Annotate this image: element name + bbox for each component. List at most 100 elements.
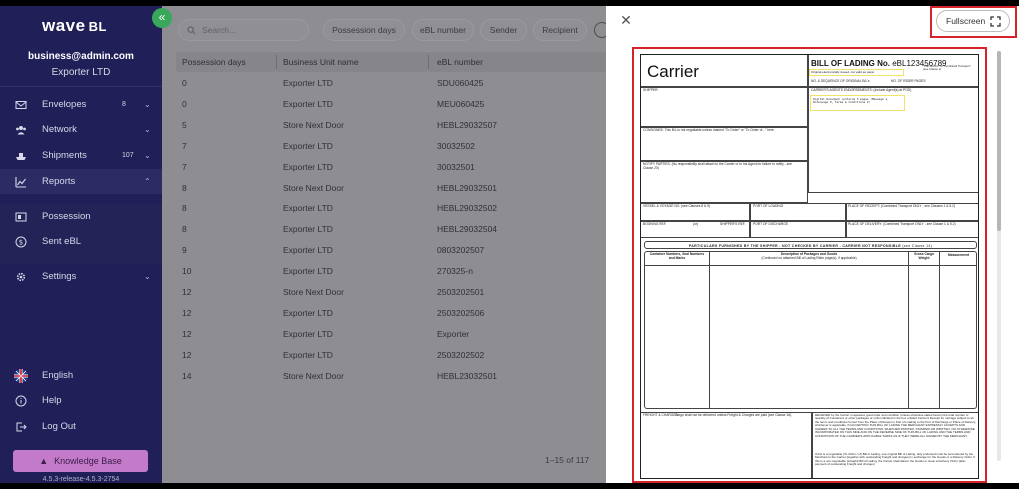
cargo-divider (908, 251, 909, 409)
column-header[interactable]: Possession days (182, 57, 246, 67)
sidebar-item-settings[interactable]: Settings ⌄ (0, 264, 162, 289)
bill-of-lading-document: Carrier BILL OF LADING No. eBL123456789 … (640, 54, 979, 479)
column-header[interactable]: eBL number (437, 57, 483, 67)
business-unit-cell: Exporter LTD (283, 224, 333, 235)
possession-days-cell: 12 (182, 328, 192, 339)
scrollbar-thumb[interactable] (997, 51, 1001, 231)
cargo-divider (709, 251, 710, 409)
search-input[interactable]: Search... (178, 19, 309, 41)
language-selector[interactable]: English (0, 363, 162, 388)
table-row[interactable]: 10 Exporter LTD 270325-n (176, 262, 606, 283)
sidebar-item-label: Reports (42, 176, 76, 187)
column-divider (276, 55, 277, 69)
table-row[interactable]: 0 Exporter LTD MEU060425 (176, 95, 606, 116)
business-unit-cell: Exporter LTD (283, 328, 333, 339)
port-loading-label: PORT OF LOADING (753, 204, 784, 208)
knowledge-base-button[interactable]: ▲ Knowledge Base (13, 450, 148, 472)
consignee-label: CONSIGNEE: This B/L is not negotiable un… (643, 128, 775, 132)
table-row[interactable]: 8 Exporter LTD HEBL29032504 (176, 220, 606, 241)
ebl-number-cell: Exporter (437, 328, 470, 339)
table-row[interactable]: 12 Store Next Door 2503202501 (176, 283, 606, 304)
sidebar-item-reports[interactable]: Reports ⌃ (0, 169, 162, 194)
collapse-sidebar-button[interactable]: « (152, 8, 172, 28)
account-email: business@admin.com (28, 51, 134, 62)
uk-flag-icon (14, 368, 28, 383)
possession-days-cell: 12 (182, 349, 192, 360)
table-row[interactable]: 7 Exporter LTD 30032502 (176, 137, 606, 158)
table-row[interactable]: 12 Exporter LTD 2503202506 (176, 304, 606, 325)
expand-icon (990, 16, 1001, 27)
sidebar-item-help[interactable]: Help (0, 388, 162, 413)
business-unit-cell: Exporter LTD (283, 245, 333, 256)
business-unit-cell: Exporter LTD (283, 98, 333, 109)
sidebar-item-envelopes[interactable]: Envelopes 8 ⌄ (0, 92, 162, 117)
ebl-number-cell: 270325-n (437, 266, 473, 277)
chevron-down-icon: ⌄ (144, 151, 151, 160)
sidebar-item-logout[interactable]: Log Out (0, 414, 162, 439)
possession-days-cell: 14 (182, 370, 192, 381)
ebl-number-cell: MEU060425 (437, 98, 485, 109)
filter-possession-days[interactable]: Possession days (323, 19, 405, 41)
shipper-box (641, 87, 808, 127)
table-row[interactable]: 8 Store Next Door HEBL29032501 (176, 179, 606, 200)
sidebar-item-shipments[interactable]: Shipments 107 ⌄ (0, 143, 162, 168)
shipper-label: SHIPPER: (643, 88, 659, 92)
possession-days-cell: 8 (182, 182, 187, 193)
cargo-divider (939, 251, 940, 409)
envelopes-count-badge: 8 (122, 101, 126, 108)
booking-or: (or) (693, 222, 699, 226)
search-icon (187, 25, 196, 34)
table-row[interactable]: 8 Exporter LTD HEBL29032502 (176, 199, 606, 220)
table-row[interactable]: 9 Exporter LTD 0803202507 (176, 241, 606, 262)
account-info: business@admin.com Exporter LTD (0, 51, 162, 78)
svg-text:$: $ (19, 238, 23, 246)
possession-days-cell: 0 (182, 78, 187, 88)
filter-ebl-number[interactable]: eBL number (412, 19, 474, 41)
freight-box (641, 412, 812, 478)
account-company: Exporter LTD (51, 67, 111, 78)
ebl-number-cell: 2503202506 (437, 307, 485, 318)
gear-icon (14, 270, 28, 284)
close-icon[interactable]: ✕ (618, 12, 634, 28)
place-delivery-label: PLACE OF DELIVERY: (Combined Transport O… (848, 222, 956, 226)
fullscreen-button[interactable]: Fullscreen (936, 10, 1010, 32)
table-row[interactable]: 7 Exporter LTD 30032501 (176, 158, 606, 179)
network-icon (14, 123, 28, 137)
possession-days-cell: 0 (182, 98, 187, 109)
fullscreen-label: Fullscreen (946, 16, 986, 26)
cargo-table (644, 251, 977, 409)
booking-label: BOOKING REF. (643, 222, 667, 226)
table-row[interactable]: 5 Store Next Door HEBL29032507 (176, 116, 606, 137)
double-chevron-left-icon: « (158, 10, 166, 24)
table-row[interactable]: 14 Store Next Door HEBL23032501 (176, 367, 606, 388)
sidebar-item-sent-ebl[interactable]: $ Sent eBL (0, 229, 162, 254)
ebl-number-cell: 0803202507 (437, 245, 485, 256)
sidebar-item-network[interactable]: Network ⌄ (0, 117, 162, 142)
help-icon (14, 394, 28, 408)
table-row[interactable]: 12 Exporter LTD 2503202502 (176, 346, 606, 367)
ebl-number-cell: HEBL29032501 (437, 182, 498, 193)
sidebar-item-possession[interactable]: Possession (0, 204, 162, 229)
column-header[interactable]: Business Unit name (283, 57, 359, 67)
ebl-number-cell: 30032502 (437, 140, 475, 151)
sequence-label: NO. & SEQUENCE OF ORIGINAL B/L's (811, 79, 870, 83)
filter-recipient[interactable]: Recipient (533, 19, 587, 41)
refresh-icon[interactable] (594, 22, 606, 38)
shippers-ref-label: SHIPPER'S REF. (720, 222, 746, 226)
chevron-down-icon: ⌄ (144, 125, 151, 134)
table-header: Possession days Business Unit name eBL n… (176, 52, 606, 72)
table-row[interactable]: 0 Exporter LTD SDU060425 (176, 74, 606, 95)
possession-days-cell: 8 (182, 203, 187, 214)
table-row[interactable]: 12 Exporter LTD Exporter (176, 325, 606, 346)
ebl-number-cell: 2503202501 (437, 287, 485, 297)
filter-sender[interactable]: Sender (480, 19, 527, 41)
container-column: Container Numbers, Seal Numbers and Mark… (649, 252, 705, 260)
chart-icon (14, 175, 28, 189)
rider-label: NO. OF RIDER PAGES (891, 79, 926, 83)
possession-days-cell: 7 (182, 161, 187, 172)
vessel-label: VESSEL & VOYAGE NO. (see Clauses 8 & 9) (643, 204, 711, 208)
sidebar: wave BL business@admin.com Exporter LTD E… (0, 6, 162, 483)
column-divider (428, 55, 429, 69)
business-unit-cell: Store Next Door (283, 119, 344, 130)
cargo-header-rule (644, 265, 977, 266)
